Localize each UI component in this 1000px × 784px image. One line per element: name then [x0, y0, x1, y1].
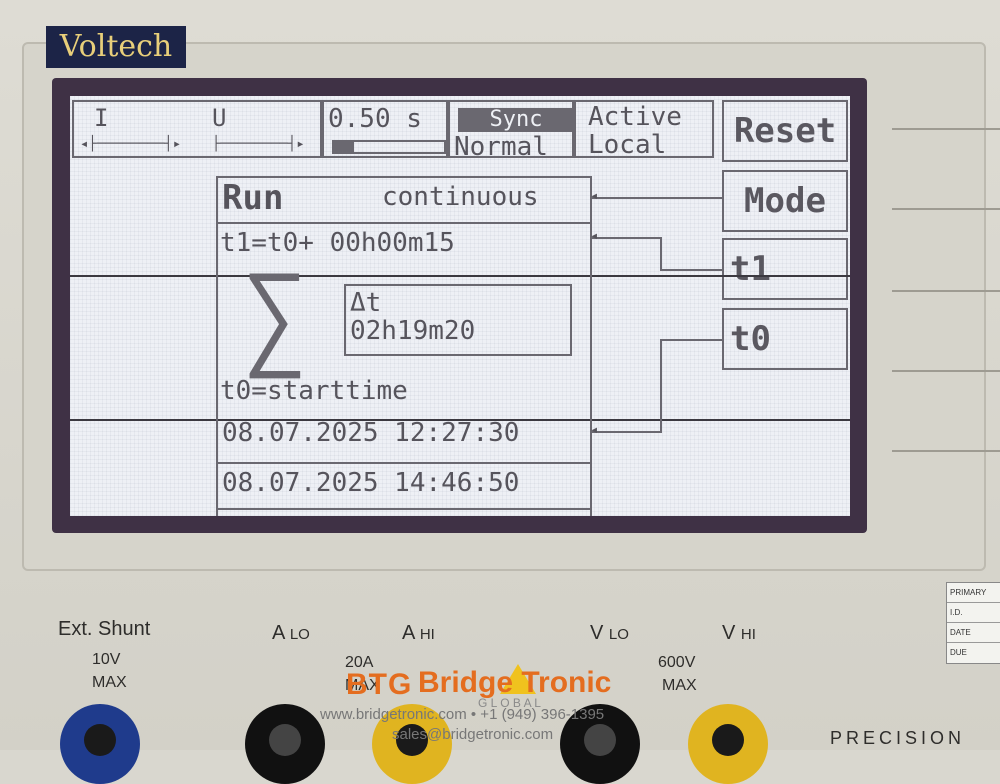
precision-label: PRECISION [830, 728, 966, 748]
reset-button[interactable]: Reset [722, 100, 848, 162]
v-lo-text: V [590, 622, 604, 644]
v-hi-jack[interactable] [688, 704, 768, 784]
ext-shunt-jack[interactable] [60, 704, 140, 784]
run-title: Run [222, 178, 284, 218]
sticker-id: I.D. [947, 603, 1000, 623]
t0-button[interactable]: t0 [722, 308, 848, 370]
start-datetime: 08.07.2025 12:27:30 [222, 418, 520, 448]
arrow-icon: ◂ [590, 188, 599, 204]
v-lo-label: V LO [590, 622, 629, 645]
interval-value: 0.50 s [328, 104, 422, 134]
t0-connector [592, 431, 662, 433]
a-lo-text: A [272, 622, 285, 644]
sigma-icon: ∑ [242, 253, 309, 381]
ext-shunt-max-label: MAX [92, 674, 127, 691]
v-hi-text: V [722, 622, 736, 644]
sticker-due: DUE [950, 648, 967, 657]
current-datetime: 08.07.2025 14:46:50 [222, 468, 520, 498]
a-hi-label: A HI [402, 622, 435, 645]
t1-connector [592, 237, 662, 239]
mode-connector [592, 197, 722, 199]
t1-connector [660, 269, 722, 271]
active-status: Active [588, 102, 682, 132]
t1-connector [660, 237, 662, 271]
run-mode-value: continuous [382, 182, 539, 212]
volt-max: 600V [658, 654, 696, 671]
watermark-name: Bridge Tronic [418, 666, 612, 699]
side-divider [892, 128, 1000, 130]
arrow-icon: ◂ [590, 228, 599, 244]
local-status: Local [588, 130, 667, 160]
lcd-screen: I U ◂├────────┤▸ ├────────┤▸ 0.50 s Sync… [70, 96, 850, 516]
a-lo-jack[interactable] [245, 704, 325, 784]
voltage-label: U [212, 104, 227, 132]
ext-shunt-max: 10V [92, 651, 121, 668]
a-hi-text: A [402, 622, 415, 644]
sync-indicator: Sync [458, 108, 574, 132]
t1-button[interactable]: t1 [722, 238, 848, 300]
watermark-logo-mark: BTG [346, 668, 413, 701]
sticker-date: DATE [947, 623, 1000, 643]
t0-connector [660, 339, 722, 341]
a-lo-sub: LO [289, 626, 310, 643]
sync-mode: Normal [454, 132, 548, 162]
voltage-range-slider[interactable]: ├────────┤▸ [212, 136, 305, 152]
t0-connector [660, 339, 662, 433]
interval-progress [332, 140, 446, 154]
sticker-title: PRIMARY [947, 583, 1000, 603]
t0-description: t0=starttime [220, 376, 408, 406]
watermark-email: sales@bridgetronic.com [392, 726, 554, 743]
volt-max-label: MAX [662, 677, 697, 694]
delta-value: 02h19m20 [350, 316, 476, 346]
side-divider [892, 290, 1000, 292]
brand-logo: Voltech [46, 26, 186, 68]
side-divider [892, 208, 1000, 210]
v-lo-sub: LO [608, 626, 629, 643]
side-divider [892, 450, 1000, 452]
arrow-icon: ◂ [590, 422, 599, 438]
v-hi-label: V HI [722, 622, 756, 645]
mode-button[interactable]: Mode [722, 170, 848, 232]
calibration-sticker: PRIMARY I.D. DATE DUE [946, 582, 1000, 664]
current-label: I [94, 104, 109, 132]
a-hi-sub: HI [419, 626, 435, 643]
ext-shunt-label: Ext. Shunt [58, 618, 151, 640]
watermark-contact: www.bridgetronic.com • +1 (949) 396-1395 [320, 706, 605, 723]
side-divider [892, 370, 1000, 372]
delta-label: Δt [350, 288, 382, 318]
v-hi-sub: HI [740, 626, 756, 643]
a-lo-label: A LO [272, 622, 310, 645]
current-range-slider[interactable]: ◂├────────┤▸ [80, 136, 181, 152]
